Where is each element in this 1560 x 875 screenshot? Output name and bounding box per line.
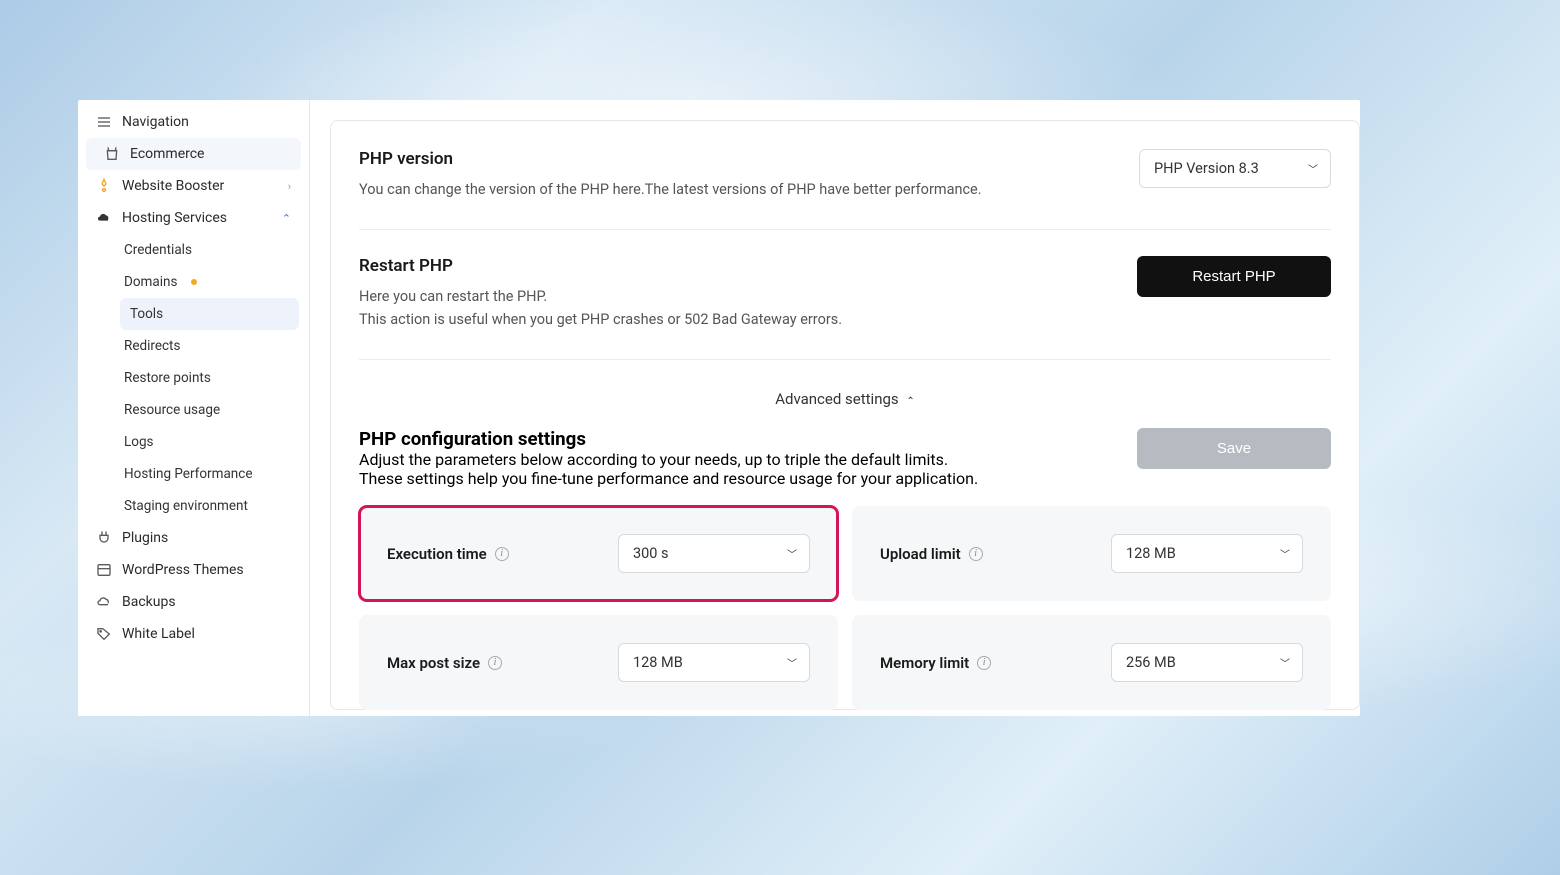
restart-php-row: Restart PHP Here you can restart the PHP… (359, 256, 1331, 360)
sidebar-item-restore-points[interactable]: Restore points (98, 362, 309, 394)
chevron-up-icon: ⌃ (906, 396, 914, 407)
sidebar-item-white-label[interactable]: White Label (78, 618, 309, 650)
section-title: PHP configuration settings (359, 428, 978, 450)
sidebar-item-label: Plugins (122, 530, 168, 546)
sidebar-item-label: Logs (124, 434, 154, 450)
main-content: PHP version You can change the version o… (310, 100, 1360, 716)
sidebar-item-label: Credentials (124, 242, 192, 258)
advanced-settings-toggle[interactable]: Advanced settings ⌃ (359, 386, 1331, 418)
theme-icon (96, 562, 112, 578)
sidebar-item-backups[interactable]: Backups (78, 586, 309, 618)
bag-icon (104, 146, 120, 162)
plug-icon (96, 530, 112, 546)
execution-time-select[interactable]: 300 s ﹀ (618, 534, 810, 573)
php-version-select[interactable]: PHP Version 8.3 ﹀ (1139, 149, 1331, 188)
config-label: Upload limit i (880, 545, 983, 563)
sidebar: Navigation Ecommerce Website Booster › H… (78, 100, 310, 716)
sidebar-item-redirects[interactable]: Redirects (98, 330, 309, 362)
sidebar-item-navigation[interactable]: Navigation (78, 106, 309, 138)
info-icon[interactable]: i (488, 656, 502, 670)
execution-time-cell: Execution time i 300 s ﹀ (359, 506, 838, 601)
sidebar-item-label: Tools (130, 306, 163, 322)
sidebar-item-label: Domains (124, 274, 177, 290)
cloud-icon (96, 210, 112, 226)
notification-dot-icon (191, 279, 197, 285)
info-icon[interactable]: i (969, 547, 983, 561)
settings-card: PHP version You can change the version o… (330, 120, 1360, 710)
restart-php-button[interactable]: Restart PHP (1137, 256, 1331, 297)
sidebar-item-logs[interactable]: Logs (98, 426, 309, 458)
sidebar-item-hosting-services[interactable]: Hosting Services ⌃ (78, 202, 309, 234)
sidebar-item-label: White Label (122, 626, 195, 642)
max-post-size-select[interactable]: 128 MB ﹀ (618, 643, 810, 682)
sidebar-item-label: Restore points (124, 370, 211, 386)
chevron-right-icon: › (288, 180, 291, 193)
section-desc: Here you can restart the PHP. This actio… (359, 286, 842, 331)
menu-icon (96, 114, 112, 130)
select-value: 256 MB (1126, 654, 1176, 671)
sidebar-item-domains[interactable]: Domains (98, 266, 309, 298)
sidebar-subnav: Credentials Domains Tools Redirects Rest… (78, 234, 309, 522)
max-post-size-cell: Max post size i 128 MB ﹀ (359, 615, 838, 710)
select-value: PHP Version 8.3 (1154, 160, 1259, 177)
rocket-icon (96, 178, 112, 194)
chevron-down-icon: ﹀ (787, 655, 797, 670)
config-label: Memory limit i (880, 654, 991, 672)
sidebar-item-label: Hosting Performance (124, 466, 252, 482)
select-value: 128 MB (1126, 545, 1176, 562)
chevron-down-icon: ﹀ (1280, 546, 1290, 561)
info-icon[interactable]: i (977, 656, 991, 670)
save-button[interactable]: Save (1137, 428, 1331, 469)
chevron-down-icon: ﹀ (787, 546, 797, 561)
section-title: PHP version (359, 149, 982, 169)
sidebar-item-label: Redirects (124, 338, 180, 354)
sidebar-item-credentials[interactable]: Credentials (98, 234, 309, 266)
sidebar-item-label: Navigation (122, 114, 189, 130)
sidebar-item-resource-usage[interactable]: Resource usage (98, 394, 309, 426)
sidebar-item-plugins[interactable]: Plugins (78, 522, 309, 554)
section-title: Restart PHP (359, 256, 842, 276)
toggle-label: Advanced settings (775, 390, 898, 408)
sidebar-item-staging[interactable]: Staging environment (98, 490, 309, 522)
info-icon[interactable]: i (495, 547, 509, 561)
sidebar-item-tools[interactable]: Tools (120, 298, 299, 330)
sidebar-item-label: Ecommerce (130, 146, 204, 162)
app-panel: Navigation Ecommerce Website Booster › H… (78, 100, 1360, 716)
php-version-row: PHP version You can change the version o… (359, 149, 1331, 230)
chevron-up-icon: ⌃ (282, 212, 291, 225)
sidebar-item-ecommerce[interactable]: Ecommerce (86, 138, 301, 170)
sidebar-item-wordpress-themes[interactable]: WordPress Themes (78, 554, 309, 586)
memory-limit-select[interactable]: 256 MB ﹀ (1111, 643, 1303, 682)
sidebar-item-label: WordPress Themes (122, 562, 244, 578)
sidebar-item-label: Hosting Services (122, 210, 227, 226)
config-label: Execution time i (387, 545, 509, 563)
upload-limit-select[interactable]: 128 MB ﹀ (1111, 534, 1303, 573)
php-config-header: PHP configuration settings Adjust the pa… (359, 428, 1331, 488)
sidebar-item-website-booster[interactable]: Website Booster › (78, 170, 309, 202)
memory-limit-cell: Memory limit i 256 MB ﹀ (852, 615, 1331, 710)
sidebar-item-hosting-performance[interactable]: Hosting Performance (98, 458, 309, 490)
upload-limit-cell: Upload limit i 128 MB ﹀ (852, 506, 1331, 601)
cloud-download-icon (96, 594, 112, 610)
sidebar-item-label: Backups (122, 594, 176, 610)
select-value: 300 s (633, 545, 669, 562)
select-value: 128 MB (633, 654, 683, 671)
sidebar-item-label: Staging environment (124, 498, 248, 514)
chevron-down-icon: ﹀ (1280, 655, 1290, 670)
tag-icon (96, 626, 112, 642)
section-desc: Adjust the parameters below according to… (359, 450, 978, 488)
sidebar-item-label: Resource usage (124, 402, 220, 418)
php-config-grid: Execution time i 300 s ﹀ Upload limit i … (359, 506, 1331, 710)
section-desc: You can change the version of the PHP he… (359, 179, 982, 201)
chevron-down-icon: ﹀ (1308, 161, 1318, 176)
sidebar-item-label: Website Booster (122, 178, 224, 194)
config-label: Max post size i (387, 654, 502, 672)
